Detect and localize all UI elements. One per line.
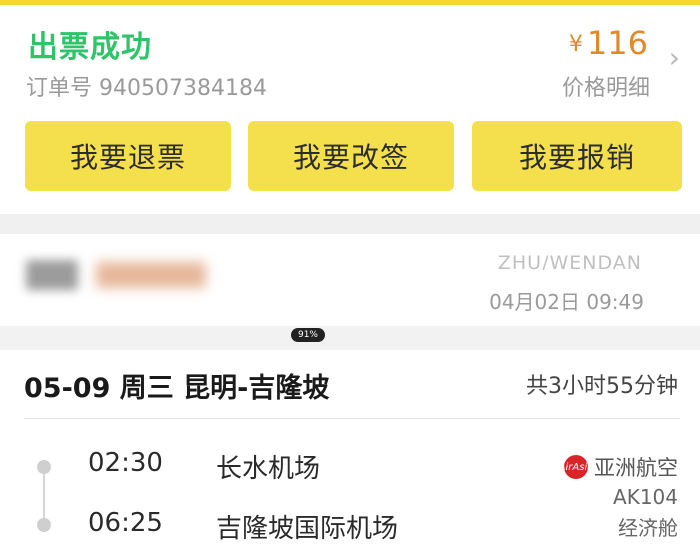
change-button[interactable]: 我要改签 [248,121,454,191]
price[interactable]: ¥116 [569,24,648,62]
passenger-time: 04月02日 09:49 [489,290,644,314]
redacted-id [96,262,206,288]
chevron-right-icon[interactable]: › [669,44,680,72]
section-divider [0,326,700,350]
arrival-time: 06:25 [88,508,163,538]
refund-button[interactable]: 我要退票 [25,121,231,191]
order-number: 订单号 940507384184 [26,76,267,101]
airline-name: 亚洲航空 [594,456,678,480]
price-detail-link[interactable]: 价格明细 [562,70,650,102]
flight-route-title: 05-09 周三 昆明-吉隆坡 [24,373,330,404]
price-value: 116 [586,24,648,62]
flight-number: AK104 [613,485,678,509]
arrival-airport: 吉隆坡国际机场 [216,514,399,544]
redacted-name [26,260,78,290]
passenger-card[interactable]: ZHU/WENDAN 04月02日 09:49 [0,234,700,326]
reimburse-button[interactable]: 我要报销 [472,121,682,191]
divider [24,418,680,419]
departure-airport: 长水机场 [216,454,321,484]
top-accent-bar [0,0,700,5]
arrival-dot [37,518,51,532]
cabin-class: 经济舱 [618,516,678,540]
ticket-status: 出票成功 [28,30,152,65]
airline-logo-icon: AirAsia [559,455,593,479]
departure-dot [37,460,51,474]
section-divider [0,214,700,234]
airline: AirAsia 亚洲航空 [559,452,678,482]
progress-indicator: 91% [291,328,325,342]
departure-time: 02:30 [88,448,163,478]
flight-duration: 共3小时55分钟 [526,374,678,399]
passenger-pinyin: ZHU/WENDAN [497,252,642,270]
timeline-line [43,468,45,524]
currency-symbol: ¥ [568,32,583,57]
